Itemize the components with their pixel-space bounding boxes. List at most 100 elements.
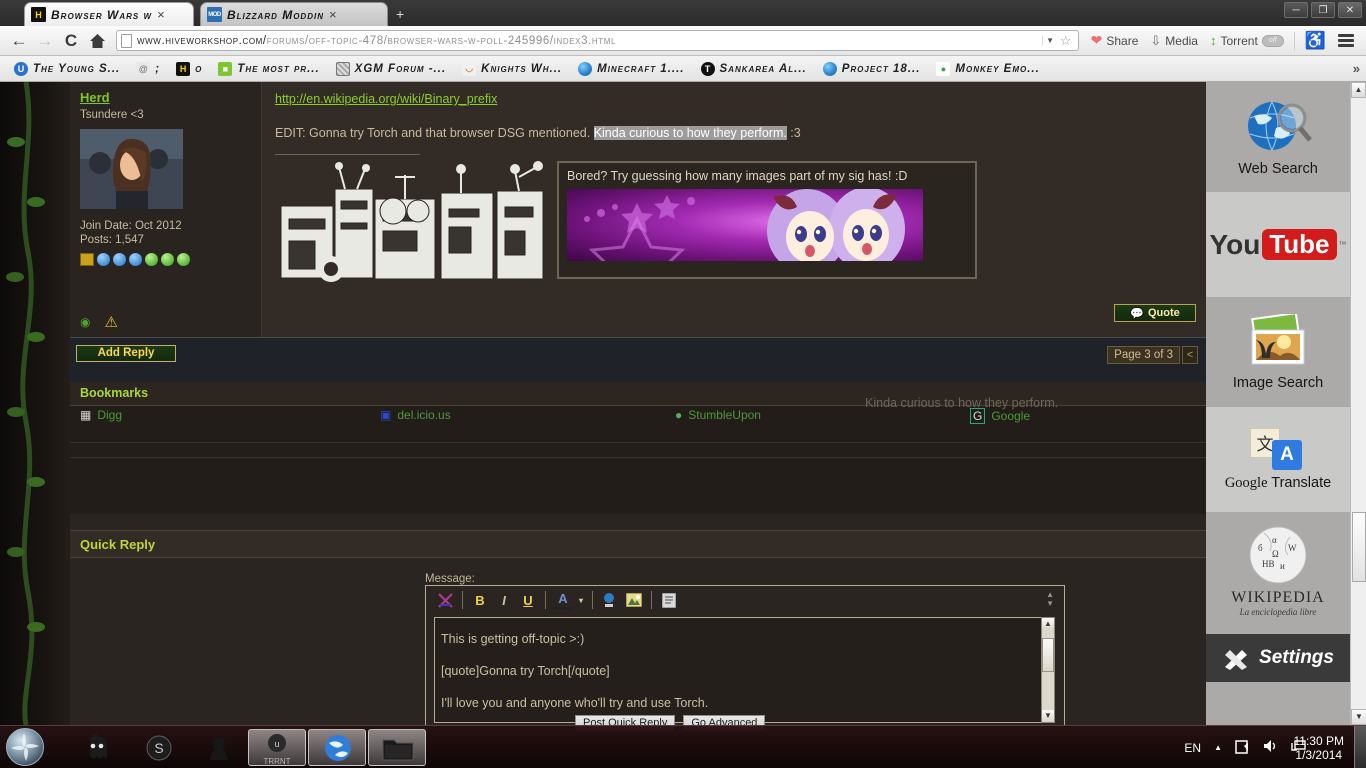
- tab-close-icon[interactable]: ×: [329, 7, 337, 22]
- green-box-icon: ■: [218, 61, 233, 76]
- page-scroll-down-icon[interactable]: ▼: [1351, 709, 1366, 725]
- font-color-button[interactable]: A: [552, 590, 574, 610]
- warning-icon[interactable]: ⚠: [104, 313, 117, 331]
- close-button[interactable]: ✕: [1338, 2, 1362, 18]
- new-tab-button[interactable]: +: [396, 6, 404, 22]
- taskbar-clock[interactable]: 11:30 PM 1/3/2014: [1294, 734, 1344, 762]
- bookmark-o[interactable]: H o: [168, 58, 210, 80]
- insert-link-icon[interactable]: [599, 590, 621, 610]
- page-scroll-up-icon[interactable]: ▲: [1351, 82, 1366, 98]
- post-username[interactable]: Herd: [80, 90, 251, 105]
- tab-close-icon[interactable]: ×: [157, 7, 165, 22]
- share-label: Share: [1106, 33, 1139, 48]
- utorrent-icon: u: [268, 734, 286, 752]
- minimize-button[interactable]: ─: [1284, 2, 1308, 18]
- torrent-toggle[interactable]: off: [1261, 34, 1284, 47]
- taskbar-app-folder[interactable]: [368, 729, 426, 766]
- tab-blizzard-modding[interactable]: MOD Blizzard Moddin ×: [200, 2, 388, 26]
- reload-icon[interactable]: C: [58, 28, 84, 54]
- post-count: Posts: 1,547: [80, 234, 144, 246]
- scrollbar-thumb[interactable]: [1042, 638, 1054, 672]
- quote-bubble-icon: 💬: [1130, 307, 1144, 320]
- share-link-stumbleupon[interactable]: ● StumbleUpon: [675, 408, 761, 422]
- sidebar-item-google-translate[interactable]: 文 A Google Translate: [1206, 407, 1350, 512]
- toolbar-divider: [462, 591, 463, 609]
- message-textarea[interactable]: This is getting off-topic >:) [quote]Gon…: [434, 617, 1042, 723]
- bookmark-star-icon[interactable]: ☆: [1058, 33, 1074, 49]
- bookmark-the-young-s[interactable]: U The Young S...: [6, 58, 128, 80]
- page-prev-button[interactable]: <: [1182, 346, 1198, 364]
- action-center-icon[interactable]: [1235, 739, 1250, 757]
- bookmark-sankarea[interactable]: T Sankarea Al...: [693, 58, 815, 80]
- headphones-button[interactable]: ♿: [1299, 31, 1332, 51]
- maximize-button[interactable]: ❐: [1311, 2, 1335, 18]
- sidebar-item-settings[interactable]: Settings: [1206, 634, 1350, 682]
- home-icon[interactable]: [84, 28, 110, 54]
- quote-button[interactable]: 💬 Quote: [1114, 304, 1196, 322]
- bold-button[interactable]: B: [469, 590, 491, 610]
- sidebar-item-web-search[interactable]: Web Search: [1206, 82, 1350, 192]
- rank-dot-blue-icon: [113, 253, 126, 266]
- bookmark-label: o: [195, 62, 203, 75]
- insert-image-icon[interactable]: [623, 590, 645, 610]
- avatar[interactable]: [80, 129, 183, 209]
- tray-expand-icon[interactable]: ▲: [1214, 743, 1222, 752]
- taskbar-app-firefox[interactable]: [308, 729, 366, 766]
- rank-dot-green-icon: [177, 253, 190, 266]
- start-button[interactable]: [6, 728, 44, 766]
- hamburger-menu-icon: [1338, 34, 1354, 47]
- bookmark-project-18[interactable]: Project 18...: [815, 58, 929, 80]
- editor-resize-arrows-icon[interactable]: ▲ ▼: [1046, 590, 1054, 608]
- share-button[interactable]: ❤ Share: [1085, 32, 1145, 49]
- share-link-delicious[interactable]: ▣ del.icio.us: [380, 408, 451, 422]
- taskbar-app-dark[interactable]: [190, 729, 248, 766]
- post-link[interactable]: http://en.wikipedia.org/wiki/Binary_pref…: [275, 92, 1194, 106]
- signature-box: Bored? Try guessing how many images part…: [557, 161, 977, 279]
- taskbar-app-utorrent[interactable]: u TRRNT: [248, 729, 306, 766]
- volume-icon[interactable]: [1263, 739, 1278, 756]
- scroll-up-icon[interactable]: ▲: [1042, 618, 1054, 630]
- page-scrollbar[interactable]: ▲ ▼: [1350, 82, 1366, 725]
- add-reply-button[interactable]: Add Reply: [76, 345, 176, 362]
- bookmark-xgm-forum[interactable]: XGM Forum -...: [328, 58, 454, 80]
- italic-button[interactable]: I: [493, 590, 515, 610]
- toolbar-divider: [651, 591, 652, 609]
- address-bar[interactable]: www.hiveworkshop.com/forums/off-topic-47…: [116, 30, 1079, 51]
- scroll-down-icon[interactable]: ▼: [1042, 710, 1054, 722]
- sidebar-item-youtube[interactable]: You Tube ™: [1206, 192, 1350, 297]
- media-button[interactable]: ⇩ Media: [1144, 33, 1204, 49]
- chevron-down-icon[interactable]: ▾: [576, 590, 586, 610]
- bookmark-label: Minecraft 1....: [597, 62, 685, 75]
- forward-icon[interactable]: →: [32, 28, 58, 54]
- bookmarks-overflow-icon[interactable]: »: [1353, 61, 1360, 76]
- remove-formatting-icon[interactable]: [434, 590, 456, 610]
- quick-reply-header: Quick Reply: [70, 530, 1206, 558]
- tray-language[interactable]: EN: [1184, 741, 1201, 755]
- tools-icon: [1225, 650, 1248, 670]
- back-icon[interactable]: ←: [6, 28, 32, 54]
- bookmark-monkey-emo[interactable]: ● Monkey Emo...: [928, 58, 1047, 80]
- sidebar-item-image-search[interactable]: Image Search: [1206, 297, 1350, 407]
- chevron-down-icon[interactable]: ▼: [1041, 36, 1058, 45]
- page-scrollbar-thumb[interactable]: [1352, 512, 1366, 582]
- show-desktop-button[interactable]: [1354, 726, 1366, 768]
- torrent-button[interactable]: ↕ Torrent off: [1204, 33, 1290, 48]
- bookmark-minecraft[interactable]: Minecraft 1....: [570, 58, 692, 80]
- mod-icon: MOD: [207, 7, 222, 22]
- bookmark-semicolon[interactable]: @ ;: [128, 58, 168, 80]
- online-status-icon: ◉: [80, 315, 91, 329]
- taskbar-app-ghost[interactable]: [68, 729, 126, 766]
- page-indicator: Page 3 of 3: [1107, 346, 1180, 364]
- sidebar-item-wikipedia[interactable]: бα W HB и Ω WIKIPEDIA La enciclopedia libre: [1206, 512, 1350, 630]
- taskbar-app-skype[interactable]: S: [130, 729, 188, 766]
- underline-button[interactable]: U: [517, 590, 539, 610]
- tab-browser-wars[interactable]: H Browser Wars w ×: [24, 2, 194, 26]
- bookmark-the-most-pr[interactable]: ■ The most pr...: [210, 58, 327, 80]
- textarea-scrollbar[interactable]: ▲ ▼: [1041, 617, 1055, 723]
- share-link-digg[interactable]: ▦ Digg: [80, 408, 122, 422]
- share-link-google[interactable]: G Google: [970, 408, 1030, 424]
- insert-list-icon[interactable]: [658, 590, 680, 610]
- browser-menu-button[interactable]: [1332, 34, 1360, 47]
- browser-nav-bar: ← → C www.hiveworkshop.com/forums/off-to…: [0, 26, 1366, 56]
- bookmark-knights-wh[interactable]: ◡ Knights Wh...: [454, 58, 570, 80]
